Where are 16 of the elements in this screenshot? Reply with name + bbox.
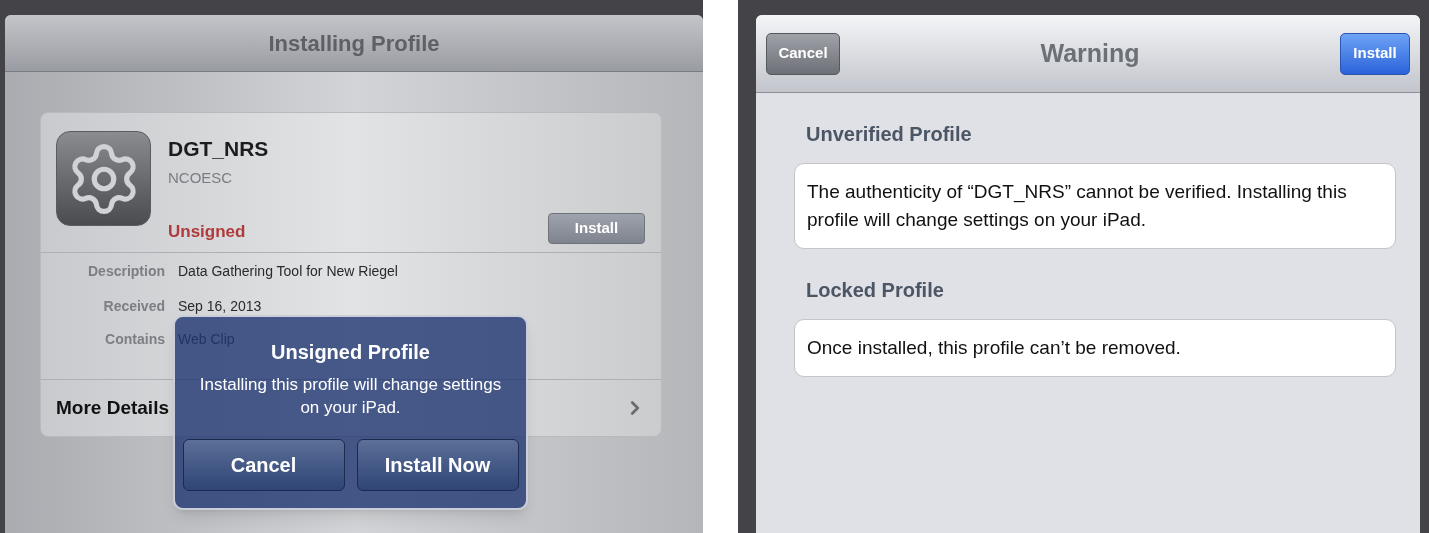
section-heading: Locked Profile (806, 278, 945, 303)
detail-label: Description (87, 262, 165, 281)
profile-organization: NCOESC (168, 167, 234, 188)
detail-label: Contains (104, 330, 165, 349)
window-title: Installing Profile (268, 29, 440, 58)
section-heading: Unverified Profile (806, 122, 973, 147)
profile-name: DGT_NRS (168, 136, 270, 162)
signature-status: Unsigned (168, 220, 246, 243)
message-text: Once installed, this profile can’t be removed. (807, 337, 1181, 358)
window-title: Warning (1040, 37, 1140, 69)
message-text: The authenticity of “DGT_NRS” cannot be verified. Installing this profile will change settings on your iPad. (807, 181, 1347, 230)
detail-value: Sep 16, 2013 (178, 297, 263, 316)
detail-value: Data Gathering Tool for New Riegel (178, 262, 399, 281)
alert-title: Unsigned Profile (271, 340, 430, 365)
alert-message: Installing this profile will change settings on your iPad. (198, 374, 503, 419)
detail-label: Received (102, 297, 165, 316)
